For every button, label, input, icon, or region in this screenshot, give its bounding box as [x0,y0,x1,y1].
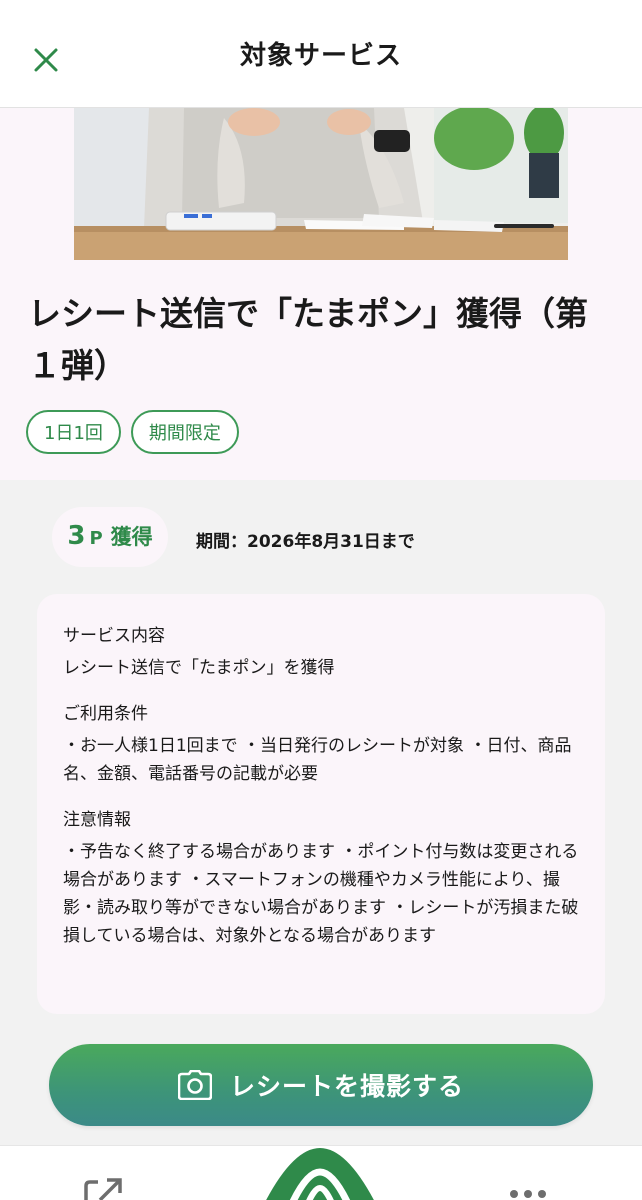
conditions-text: ・お一人様1日1回まで ・当日発行のレシートが対象 ・日付、商品名、金額、電話番… [63,736,572,784]
campaign-period: 期間：2026年8月31日まで [196,532,415,552]
conditions-section: ご利用条件 ・お一人様1日1回まで ・当日発行のレシートが対象 ・日付、商品名、… [63,702,579,788]
hero-image [74,108,568,260]
service-section: サービス内容 レシート送信で「たまポン」を獲得 [63,624,579,682]
header-bar: 対象サービス [0,0,642,108]
conditions-heading: ご利用条件 [63,704,148,724]
points-label: 獲得 [110,525,153,549]
info-card: サービス内容 レシート送信で「たまポン」を獲得 ご利用条件 ・お一人様1日1回ま… [37,594,605,1014]
campaign-summary: レシート送信で「たまポン」獲得（第１弾） 1日1回 期間限定 [0,108,642,480]
points-unit: P [89,528,103,549]
points-value: 3 [67,521,86,551]
campaign-title: レシート送信で「たまポン」獲得（第１弾） [28,294,589,385]
close-button[interactable] [26,40,66,80]
share-icon[interactable] [80,1178,126,1200]
close-icon [34,48,58,72]
tag-list: 1日1回 期間限定 [26,410,239,454]
notes-heading: 注意情報 [63,810,131,830]
service-text: レシート送信で「たまポン」を獲得 [63,658,335,678]
person-holding-receipt-photo [74,108,568,260]
more-icon[interactable] [510,1190,546,1198]
notes-section: 注意情報 ・予告なく終了する場合があります ・ポイント付与数は変更される場合があ… [63,808,579,950]
service-heading: サービス内容 [63,626,165,646]
home-logo-icon[interactable] [262,1148,378,1200]
tag-once-per-day: 1日1回 [26,410,121,454]
tag-limited-time: 期間限定 [130,410,239,454]
notes-text: ・予告なく終了する場合があります ・ポイント付与数は変更される場合があります ・… [63,842,579,946]
page: 対象サービス レシート送信で「たまポン」獲得（第１弾） 1日1回 期間限定 3 … [0,0,642,1200]
camera-icon [177,1070,212,1100]
capture-receipt-button[interactable]: レシートを撮影する [49,1044,593,1126]
points-badge: 3 P 獲得 [52,507,168,567]
page-title: 対象サービス [239,41,402,71]
capture-button-label: レシートを撮影する [229,1072,464,1101]
